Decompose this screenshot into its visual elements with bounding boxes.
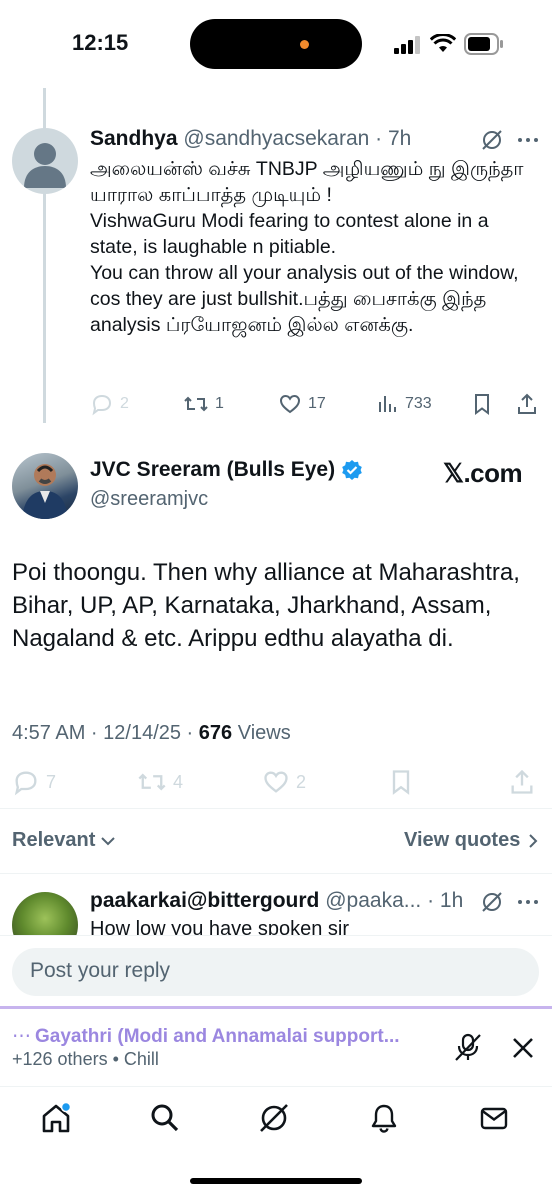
grok-icon[interactable] — [480, 128, 504, 152]
space-progress-bar — [0, 1006, 552, 1009]
sort-label: Relevant — [12, 829, 96, 851]
repost-count: 4 — [173, 771, 184, 792]
repost-icon — [138, 773, 166, 791]
status-bar: 12:15 — [0, 0, 552, 90]
reply-age: · 1h — [427, 889, 464, 912]
divider — [0, 935, 552, 936]
share-icon — [511, 769, 533, 794]
bookmark-icon — [392, 770, 410, 795]
heart-icon — [279, 394, 301, 414]
analytics-icon — [379, 396, 396, 412]
messages-icon[interactable] — [474, 1098, 514, 1138]
divider — [0, 873, 552, 874]
reply-icon — [14, 771, 37, 796]
bottom-nav — [0, 1088, 552, 1150]
repost-button[interactable]: 4 — [137, 768, 183, 796]
tweet-actions: 2 1 17 733 — [90, 392, 540, 422]
bookmark-icon — [475, 394, 489, 415]
reply-count: 2 — [120, 395, 129, 412]
status-time: 12:15 — [72, 30, 129, 55]
reply-count: 7 — [46, 771, 57, 792]
tweet-text: Poi thoongu. Then why alliance at Mahara… — [12, 559, 520, 652]
like-count: 17 — [308, 395, 326, 412]
space-subtitle: +126 others • Chill — [12, 1049, 159, 1069]
author-name[interactable]: JVC Sreeram (Bulls Eye) — [90, 458, 335, 482]
more-icon[interactable] — [516, 128, 540, 152]
close-icon[interactable] — [510, 1035, 536, 1061]
like-count: 2 — [296, 771, 307, 792]
grok-icon[interactable] — [254, 1098, 294, 1138]
sort-dropdown[interactable]: Relevant — [12, 829, 117, 852]
bookmark-button[interactable] — [387, 768, 415, 796]
tweet-text: அலையன்ஸ் வச்சு TNBJP அழியணும் நு இருந்தா… — [90, 158, 524, 336]
repost-button[interactable]: 1 — [183, 392, 224, 416]
notifications-icon[interactable] — [364, 1098, 404, 1138]
search-icon[interactable] — [145, 1098, 185, 1138]
dynamic-island — [190, 19, 362, 69]
views-label: Views — [232, 722, 291, 744]
author-name[interactable]: Sandhya — [90, 127, 178, 150]
space-title[interactable]: ⋯ Gayathri (Modi and Annamalai support... — [12, 1025, 400, 1048]
battery-icon — [464, 33, 504, 55]
signal-icon — [394, 36, 422, 54]
tweet-header: Sandhya @sandhyacsekaran · 7h — [90, 127, 411, 151]
tweet-timestamp: 4:57 AM · 12/14/25 · — [12, 722, 199, 744]
mic-muted-icon[interactable] — [453, 1032, 483, 1062]
wifi-icon — [430, 34, 456, 54]
share-icon — [518, 393, 536, 414]
grok-icon[interactable] — [480, 890, 504, 914]
ellipsis-icon: ⋯ — [12, 1026, 31, 1047]
reply-placeholder: Post your reply — [30, 959, 171, 982]
reply-icon — [92, 394, 112, 416]
view-count: 733 — [405, 395, 432, 412]
like-button[interactable]: 17 — [278, 392, 326, 416]
home-icon[interactable] — [36, 1098, 76, 1138]
chevron-right-icon — [529, 833, 538, 848]
view-count: 676 — [198, 722, 233, 744]
avatar[interactable] — [12, 128, 78, 194]
avatar[interactable] — [12, 453, 78, 519]
tweet-actions: 7 4 2 — [12, 768, 540, 800]
divider — [0, 1086, 552, 1087]
reply-button[interactable]: 2 — [90, 392, 129, 416]
repost-count: 1 — [215, 395, 224, 412]
share-button[interactable] — [515, 392, 539, 416]
x-watermark: 𝕏.com — [443, 458, 523, 488]
home-indicator — [190, 1178, 362, 1184]
author-name[interactable]: paakarkai@bittergourd — [90, 889, 319, 912]
chevron-down-icon — [101, 836, 116, 845]
author-handle[interactable]: @sandhyacsekaran — [183, 127, 369, 150]
reply-button[interactable]: 7 — [12, 768, 56, 796]
tweet-age: · 7h — [375, 127, 412, 150]
views-button[interactable]: 733 — [375, 392, 432, 416]
reply-header: paakarkai@bittergourd @paaka... · 1h — [90, 889, 463, 913]
author-name-row: JVC Sreeram (Bulls Eye) — [90, 458, 363, 482]
view-quotes-link[interactable]: View quotes — [404, 829, 540, 852]
privacy-indicator — [300, 40, 309, 49]
share-button[interactable] — [508, 768, 536, 796]
bookmark-button[interactable] — [470, 392, 494, 416]
tweet-meta: 4:57 AM · 12/14/25 · 676 Views — [12, 722, 291, 745]
like-button[interactable]: 2 — [262, 768, 306, 796]
view-quotes-label: View quotes — [404, 829, 521, 851]
verified-badge-icon — [342, 460, 362, 480]
divider — [0, 808, 552, 809]
author-handle[interactable]: @sreeramjvc — [90, 488, 208, 511]
author-handle[interactable]: @paaka... — [325, 889, 421, 912]
heart-icon — [264, 771, 288, 793]
repost-icon — [184, 396, 208, 412]
more-icon[interactable] — [516, 890, 540, 914]
